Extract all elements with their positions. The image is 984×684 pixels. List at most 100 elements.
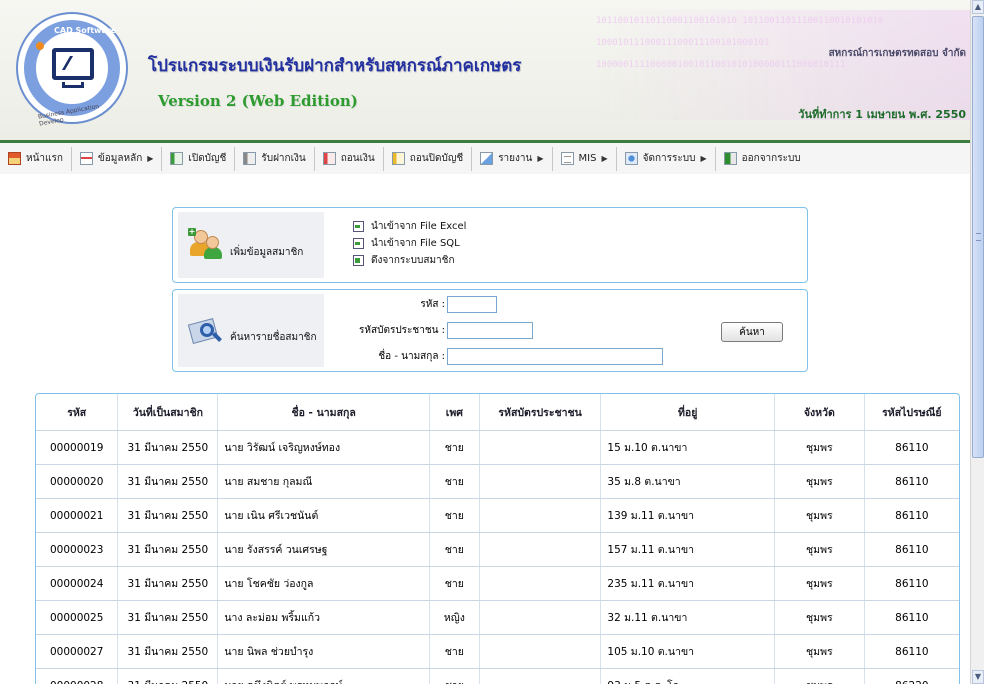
cell-address: 35 ม.8 ต.นาขา [600,464,775,499]
monitor-stand [62,82,84,88]
table-row[interactable]: 00000024 31 มีนาคม 2550 นาย โชคชัย ว่องก… [36,566,959,601]
cell-id-card [479,566,602,601]
cell-id-card [479,634,602,669]
cell-province: ชุมพร [774,600,865,635]
logo-dot [36,42,44,50]
menu-item-withdraw[interactable]: ถอนเงิน [315,146,384,171]
close-account-icon [391,152,405,165]
import-excel-label: นำเข้าจาก File Excel [371,221,467,232]
cell-member-date: 31 มีนาคม 2550 [117,498,219,533]
column-header-code[interactable]: รหัส [36,394,119,431]
monitor-icon [52,48,94,80]
menu-item-label: ออกจากระบบ [741,153,801,164]
submenu-arrow-icon: ▶ [700,154,707,163]
name-input[interactable] [447,348,663,365]
import-links: นำเข้าจาก File Excel นำเข้าจาก File SQL … [353,218,466,269]
table-row[interactable]: 00000020 31 มีนาคม 2550 นาย สมชาย กุลมณี… [36,464,959,499]
add-users-icon: + [188,228,222,262]
import-excel-link[interactable]: นำเข้าจาก File Excel [353,218,466,235]
cell-name: นาย นิพล ช่วยบำรุง [217,634,430,669]
menu-item-logout[interactable]: ออกจากระบบ [716,147,809,171]
menu-item-open-account[interactable]: เปิดบัญชี [162,146,236,171]
cell-code: 00000023 [36,532,119,567]
menu-item-label: ข้อมูลหลัก [97,153,143,164]
menu-item-label: หน้าแรก [26,153,63,164]
menu-item-deposit[interactable]: รับฝากเงิน [235,146,315,171]
menu-item-close-account[interactable]: ถอนปิดบัญชี [384,146,473,171]
cell-province: ชุมพร [774,634,865,669]
import-sql-link[interactable]: นำเข้าจาก File SQL [353,235,466,252]
table-header-row: รหัส วันที่เป็นสมาชิก ชื่อ - นามสกุล เพศ… [36,394,959,431]
scrollbar-thumb[interactable] [972,16,984,458]
mis-icon [560,152,574,165]
scroll-down-button[interactable]: ▼ [972,670,984,684]
menu-item-home[interactable]: หน้าแรก [0,146,72,171]
search-member-label: ค้นหารายชื่อสมาชิก [230,332,317,343]
folder-icon [79,152,93,165]
cell-member-date: 31 มีนาคม 2550 [117,600,219,635]
menu-item-report[interactable]: รายงาน ▶ [472,146,553,171]
import-file-icon [353,238,364,249]
column-header-postcode[interactable]: รหัสไปรษณีย์ [864,394,959,431]
cell-province: ชุมพร [774,668,865,684]
table-row[interactable]: 00000023 31 มีนาคม 2550 นาย รังสรรค์ วนเ… [36,532,959,567]
column-header-name[interactable]: ชื่อ - นามสกุล [217,394,430,431]
table-row[interactable]: 00000019 31 มีนาคม 2550 นาย วิรัฒน์ เจริ… [36,430,959,465]
logo-text: CAD Software Center [54,26,117,44]
binary-decoration: 10110010110110001100101010 1011001101110… [596,10,970,120]
scroll-up-button[interactable]: ▲ [972,0,984,14]
menu-item-label: รับฝากเงิน [261,153,306,164]
import-sql-label: นำเข้าจาก File SQL [371,238,460,249]
code-input[interactable] [447,296,497,313]
report-icon [480,152,494,165]
search-button[interactable]: ค้นหา [721,322,783,342]
cell-address: 15 ม.10 ต.นาขา [600,430,775,465]
submenu-arrow-icon: ▶ [147,154,154,163]
cell-id-card [479,498,602,533]
vertical-scrollbar[interactable]: ▲ ▼ [970,0,984,684]
cell-gender: ชาย [429,464,480,499]
withdraw-icon [322,152,336,165]
pull-member-label: ดึงจากระบบสมาชิก [371,255,455,266]
column-header-address[interactable]: ที่อยู่ [600,394,775,431]
cell-gender: ชาย [429,668,480,684]
cell-province: ชุมพร [774,498,865,533]
search-member-panel: ค้นหารายชื่อสมาชิก รหัส : รหัสบัตรประชาช… [172,289,808,372]
cell-province: ชุมพร [774,532,865,567]
cell-code: 00000028 [36,668,119,684]
cell-id-card [479,600,602,635]
menu-item-mis[interactable]: MIS ▶ [553,146,617,171]
column-header-province[interactable]: จังหวัด [774,394,865,431]
menu-item-label: จัดการระบบ [642,153,696,164]
column-header-id-card[interactable]: รหัสบัตรประชาชน [479,394,602,431]
cell-postcode: 86110 [864,532,959,567]
table-row[interactable]: 00000027 31 มีนาคม 2550 นาย นิพล ช่วยบำร… [36,634,959,669]
cell-postcode: 86220 [864,668,959,684]
cell-gender: ชาย [429,430,480,465]
id-card-input[interactable] [447,322,533,339]
member-table: รหัส วันที่เป็นสมาชิก ชื่อ - นามสกุล เพศ… [36,394,959,684]
cell-postcode: 86110 [864,634,959,669]
menu-item-master-data[interactable]: ข้อมูลหลัก ▶ [72,146,163,171]
cell-name: นาย คนึงนิตย์ พรหมพฤกษ์ [217,668,430,684]
deposit-icon [243,152,257,165]
app-version: Version 2 (Web Edition) [158,92,358,110]
cell-province: ชุมพร [774,430,865,465]
menu-item-label: เปิดบัญชี [188,153,227,164]
cell-address: 139 ม.11 ต.นาขา [600,498,775,533]
code-row: รหัส : [357,296,497,313]
table-row[interactable]: 00000028 31 มีนาคม 2550 นาย คนึงนิตย์ พร… [36,668,959,684]
table-row[interactable]: 00000021 31 มีนาคม 2550 นาย เนิน ศรีเวชน… [36,498,959,533]
cell-gender: ชาย [429,532,480,567]
cell-name: นาย สมชาย กุลมณี [217,464,430,499]
cell-name: นาย วิรัฒน์ เจริญหงษ์ทอง [217,430,430,465]
cell-code: 00000019 [36,430,119,465]
home-icon [8,152,21,165]
pull-member-system-link[interactable]: ดึงจากระบบสมาชิก [353,252,466,269]
menu-item-system-admin[interactable]: จัดการระบบ ▶ [617,146,716,171]
cell-member-date: 31 มีนาคม 2550 [117,532,219,567]
column-header-member-date[interactable]: วันที่เป็นสมาชิก [117,394,219,431]
column-header-gender[interactable]: เพศ [429,394,480,431]
search-member-header: ค้นหารายชื่อสมาชิก [178,294,324,367]
table-row[interactable]: 00000025 31 มีนาคม 2550 นาง ละม่อม พริ้ม… [36,600,959,635]
